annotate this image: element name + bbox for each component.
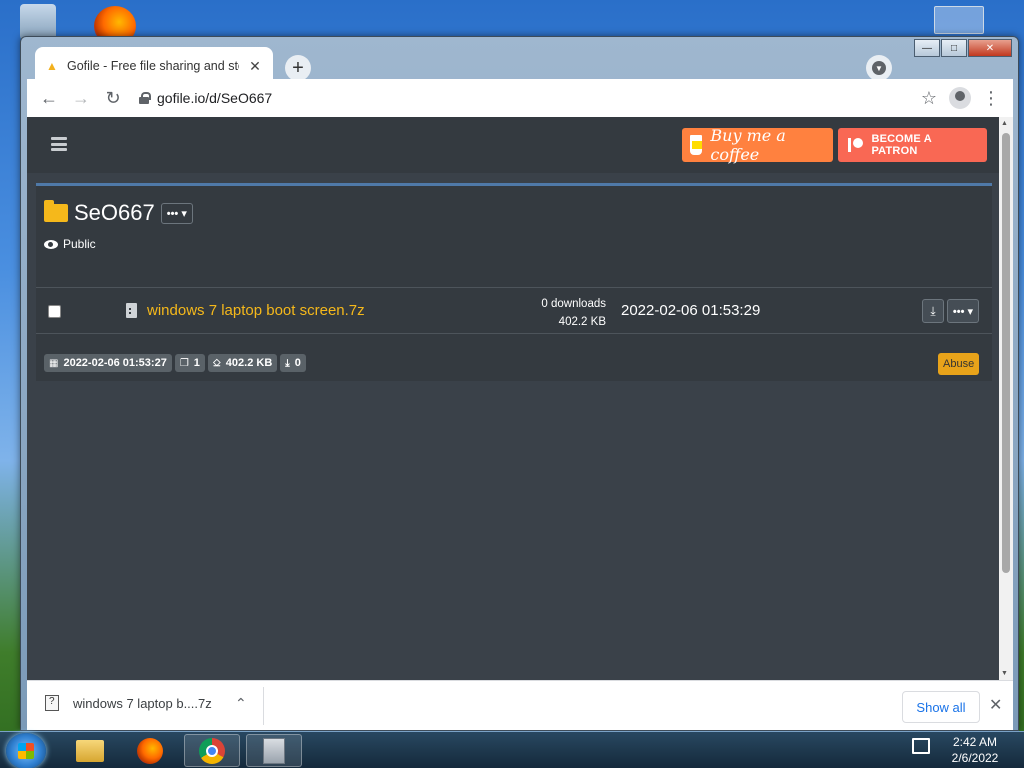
reload-button[interactable]: ↻ [101, 86, 125, 110]
forward-button[interactable]: → [69, 86, 93, 110]
network-tray-icon[interactable] [912, 738, 930, 754]
file-date: 2022-02-06 01:53:29 [621, 302, 761, 319]
folder-stats: ▦ 2022-02-06 01:53:27 ❐ 1 ⎐ 402.2 KB ⤓ 0 [44, 354, 306, 372]
minimize-button[interactable]: — [914, 39, 940, 57]
gofile-favicon-icon: ▲ [46, 59, 58, 73]
back-button[interactable]: ← [37, 86, 61, 110]
bookmark-star-icon[interactable]: ☆ [917, 86, 941, 110]
download-count-icon: ⤓ [285, 357, 290, 369]
page-scrollbar[interactable]: ▲ ▼ [999, 117, 1013, 680]
taskbar-explorer[interactable] [62, 734, 118, 767]
visibility-label: Public [63, 237, 96, 251]
patron-label: BECOME A PATRON [871, 133, 932, 157]
firefox-icon [137, 737, 163, 764]
maximize-button[interactable]: □ [941, 39, 967, 57]
download-icon[interactable]: ⤓ [922, 299, 944, 323]
browser-menu-icon[interactable]: ⋮ [979, 86, 1003, 110]
patreon-logo-icon [848, 138, 864, 152]
coffee-label: Buy me a coffee [710, 126, 786, 164]
address-text[interactable]: gofile.io/d/SeO667 [157, 90, 272, 106]
folder-card: SeO667 ••• ▾ Public windows 7 laptop boo… [36, 183, 992, 381]
download-item-name[interactable]: windows 7 laptop b....7z [73, 696, 212, 711]
window-controls: — □ ✕ [914, 39, 1012, 57]
folder-icon [44, 200, 68, 222]
folder-header: SeO667 ••• ▾ [44, 200, 193, 226]
tab-close-icon[interactable]: ✕ [247, 58, 263, 75]
clock-date: 2/6/2022 [951, 751, 999, 765]
start-button[interactable] [6, 733, 46, 768]
stat-size-value: 402.2 KB [225, 357, 273, 369]
address-bar[interactable]: gofile.io/d/SeO667 [133, 83, 909, 113]
taskbar: 2:42 AM 2/6/2022 [0, 731, 1024, 768]
stat-created-value: 2022-02-06 01:53:27 [63, 357, 167, 369]
stat-downloads-value: 0 [294, 357, 301, 369]
clock-time: 2:42 AM [952, 735, 998, 749]
calendar-icon: ▦ [49, 357, 59, 369]
stat-files-value: 1 [193, 357, 200, 369]
close-shelf-icon[interactable]: ✕ [989, 695, 1002, 715]
archive-file-icon [126, 303, 137, 318]
chevron-up-icon[interactable]: ⌃ [235, 695, 247, 712]
download-item[interactable]: windows 7 laptop b....7z [45, 695, 212, 711]
system-clock[interactable]: 2:42 AM 2/6/2022 [940, 734, 1010, 766]
file-size: 402.2 KB [558, 316, 606, 328]
scrollbar-thumb[interactable] [1002, 133, 1010, 573]
new-tab-button[interactable]: + [285, 55, 311, 81]
eye-icon [44, 239, 58, 249]
close-window-button[interactable]: ✕ [968, 39, 1012, 57]
desktop-file-icon[interactable] [934, 6, 984, 34]
site-navbar: Buy me a coffee BECOME A PATRON [27, 117, 1013, 173]
browser-window: — □ ✕ ▲ Gofile - Free file sharing and s… [20, 36, 1019, 731]
coffee-cup-icon [690, 135, 703, 155]
file-select-checkbox[interactable] [48, 305, 61, 318]
taskbar-chrome[interactable] [184, 734, 240, 767]
browser-toolbar: ← → ↻ gofile.io/d/SeO667 ☆ ⋮ [27, 79, 1013, 117]
file-meta: 0 downloads 402.2 KB [526, 295, 606, 331]
chrome-icon [199, 737, 225, 764]
hamburger-menu-icon[interactable] [51, 137, 67, 151]
file-more-button[interactable]: ••• ▾ [947, 299, 979, 323]
file-row: windows 7 laptop boot screen.7z 0 downlo… [36, 287, 992, 334]
file-downloads: 0 downloads [541, 298, 606, 310]
profile-avatar[interactable] [949, 87, 971, 109]
show-all-button[interactable]: Show all [902, 691, 980, 723]
files-icon: ❐ [179, 357, 189, 369]
tab-search-button[interactable]: ▼ [866, 55, 892, 81]
scroll-down-icon[interactable]: ▼ [1001, 670, 1008, 677]
tab-title: Gofile - Free file sharing and sto [67, 59, 239, 73]
folder-menu-button[interactable]: ••• ▾ [160, 202, 193, 224]
visibility-indicator: Public [44, 237, 96, 251]
file-name-link[interactable]: windows 7 laptop boot screen.7z [147, 302, 365, 319]
chevron-down-icon: ▼ [872, 61, 886, 75]
unknown-file-icon [45, 695, 59, 711]
scroll-up-icon[interactable]: ▲ [1001, 120, 1008, 127]
taskbar-archive[interactable] [246, 734, 302, 767]
archive-app-icon [263, 737, 285, 764]
folder-name: SeO667 [74, 200, 155, 225]
shelf-divider [263, 687, 264, 725]
lock-icon[interactable] [139, 92, 151, 104]
recycle-bin-icon[interactable] [20, 4, 56, 40]
download-shelf: windows 7 laptop b....7z ⌃ Show all ✕ [27, 680, 1013, 730]
stat-files: ❐ 1 [174, 354, 205, 372]
explorer-icon [76, 739, 104, 762]
stat-created: ▦ 2022-02-06 01:53:27 [44, 354, 172, 372]
hard-drive-icon: ⎐ [212, 357, 221, 369]
abuse-button[interactable]: Abuse [938, 353, 980, 375]
stat-size: ⎐ 402.2 KB [207, 354, 278, 372]
taskbar-firefox[interactable] [122, 734, 178, 767]
become-patron-button[interactable]: BECOME A PATRON [838, 128, 987, 162]
stat-downloads: ⤓ 0 [280, 354, 306, 372]
page-content: Buy me a coffee BECOME A PATRON SeO667 •… [27, 117, 1013, 680]
buy-me-a-coffee-button[interactable]: Buy me a coffee [682, 126, 833, 164]
